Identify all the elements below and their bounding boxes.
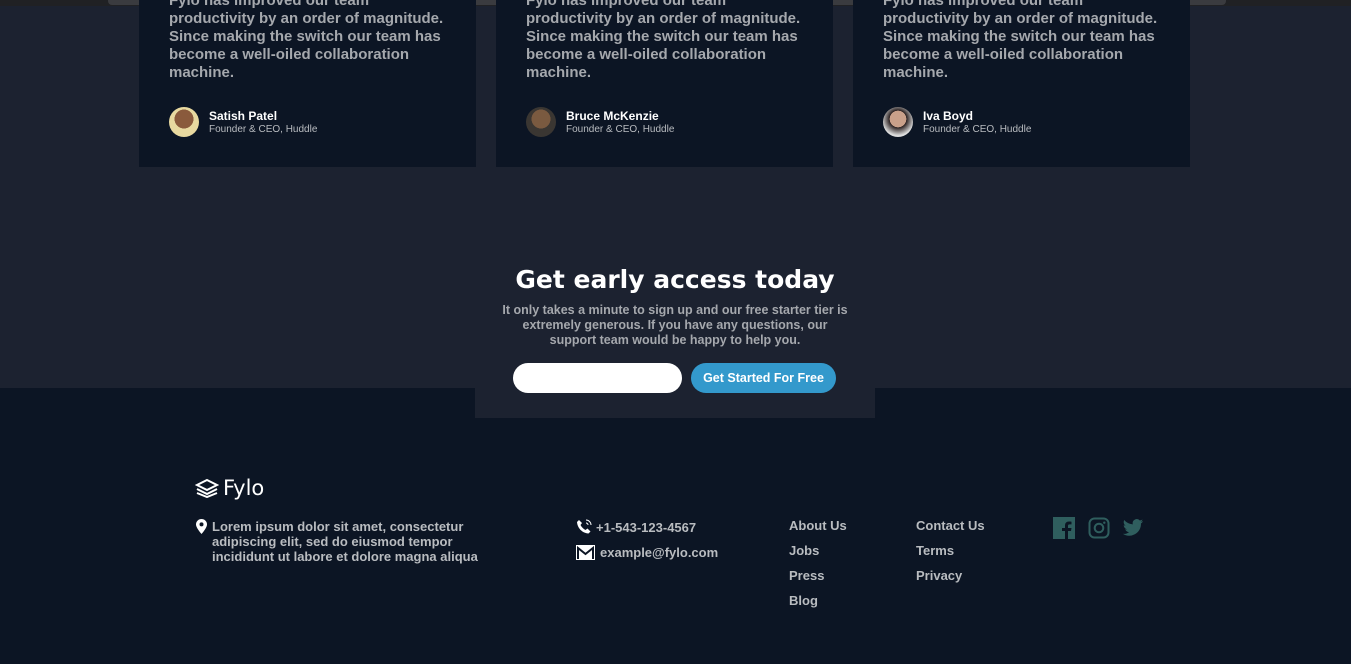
testimonial-quote: Fylo has improved our team productivity … [526, 0, 801, 81]
cta-text: It only takes a minute to sign up and ou… [502, 303, 848, 347]
footer-logo[interactable]: Fylo [195, 476, 264, 500]
twitter-icon[interactable] [1122, 517, 1144, 539]
testimonial-quote: Fylo has improved our team productivity … [883, 0, 1158, 81]
logo-text: Fylo [223, 476, 265, 500]
footer-address: Lorem ipsum dolor sit amet, consectetur … [212, 519, 478, 564]
footer-link-press[interactable]: Press [789, 568, 824, 583]
facebook-icon[interactable] [1053, 517, 1075, 539]
testimonial-role: Founder & CEO, Huddle [209, 124, 318, 135]
testimonial-card: Fylo has improved our team productivity … [496, 0, 833, 167]
testimonial-name: Iva Boyd [923, 109, 974, 123]
testimonial-role: Founder & CEO, Huddle [566, 124, 675, 135]
testimonial-role: Founder & CEO, Huddle [923, 124, 1032, 135]
get-started-button[interactable]: Get Started For Free [691, 363, 836, 393]
testimonial-name: Satish Patel [209, 109, 278, 123]
early-access-section: Get early access today It only takes a m… [475, 237, 875, 418]
testimonial-quote: Fylo has improved our team productivity … [169, 0, 444, 81]
cta-title: Get early access today [515, 265, 835, 294]
footer-link-about[interactable]: About Us [789, 518, 847, 533]
testimonial-name: Bruce McKenzie [566, 109, 659, 123]
testimonial-card: Fylo has improved our team productivity … [853, 0, 1190, 167]
avatar [526, 107, 556, 137]
footer-link-jobs[interactable]: Jobs [789, 543, 819, 558]
avatar [883, 107, 913, 137]
footer-link-contact[interactable]: Contact Us [916, 518, 985, 533]
layers-icon [195, 478, 219, 498]
footer-phone[interactable]: +1-543-123-4567 [596, 520, 696, 535]
footer-link-terms[interactable]: Terms [916, 543, 954, 558]
email-input[interactable] [513, 363, 682, 393]
footer-email[interactable]: example@fylo.com [600, 545, 718, 560]
footer-link-blog[interactable]: Blog [789, 593, 818, 608]
email-icon [576, 545, 595, 560]
avatar [169, 107, 199, 137]
phone-icon [577, 519, 592, 534]
location-pin-icon [196, 519, 207, 534]
testimonial-card: Fylo has improved our team productivity … [139, 0, 476, 167]
instagram-icon[interactable] [1088, 517, 1110, 539]
footer-link-privacy[interactable]: Privacy [916, 568, 962, 583]
